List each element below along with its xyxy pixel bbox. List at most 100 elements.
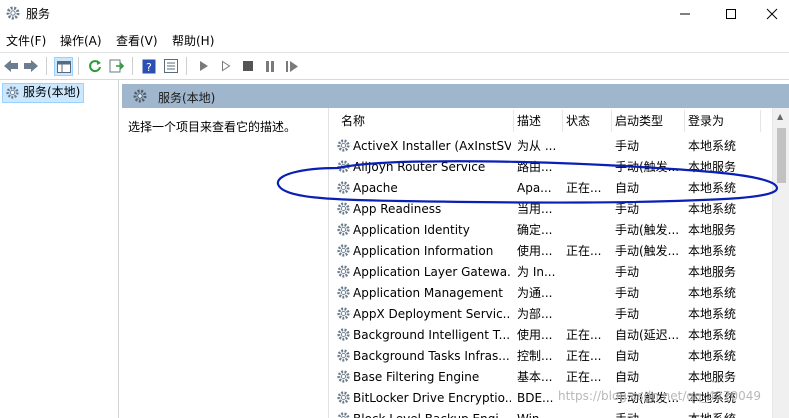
service-row[interactable]: ActiveX Installer (AxInstSV) 为从 ... 手动 本地系统 [328,136,772,157]
service-startup-type: 自动 [615,349,640,363]
service-logon-as: 本地系统 [688,307,737,321]
pause-icon [266,60,274,72]
show-console-tree-button[interactable] [54,57,73,76]
properties-button[interactable] [162,57,180,75]
service-gear-icon [337,139,350,152]
service-description: 为部... [517,307,553,321]
column-divider[interactable] [562,110,563,132]
service-name: Base Filtering Engine [353,370,480,384]
service-row[interactable]: Base Filtering Engine 基本... 正在... 自动 本地服务 [328,367,772,388]
service-startup-type: 自动 [615,370,640,384]
menu-file[interactable]: 文件(F) [6,32,46,49]
start-service-button[interactable] [195,57,213,75]
help-button[interactable]: ? [140,57,158,75]
column-header-name[interactable]: 名称 [341,110,365,132]
column-header-startup-type[interactable]: 启动类型 [615,110,663,132]
menu-bar: 文件(F) 操作(A) 查看(V) 帮助(H) [0,30,789,50]
column-divider[interactable] [611,110,612,132]
export-icon [109,59,125,73]
pause-service-button[interactable] [261,57,279,75]
stop-service-button[interactable] [239,57,257,75]
service-name: Apache [353,181,398,195]
export-list-button[interactable] [108,57,126,75]
service-row[interactable]: Background Intelligent T... 使用... 正在... 自动(… [328,325,772,346]
column-header-description[interactable]: 描述 [517,110,541,132]
service-gear-icon [337,349,350,362]
play-outline-icon [222,60,231,72]
refresh-button[interactable] [86,57,104,75]
menu-help[interactable]: 帮助(H) [172,32,214,49]
vertical-scrollbar[interactable]: ▲ [772,108,789,418]
console-tree: 服务(本地) [0,80,119,418]
services-gear-icon [6,86,19,99]
service-gear-icon [337,328,350,341]
service-gear-icon [337,391,350,404]
service-name: AppX Deployment Servic... [353,307,511,321]
column-divider[interactable] [684,110,685,132]
menu-action[interactable]: 操作(A) [60,32,102,49]
menu-view[interactable]: 查看(V) [116,32,158,49]
minimize-button[interactable] [662,0,708,28]
service-name: Application Information [353,244,494,258]
service-row[interactable]: Application Management 为通... 手动 本地系统 [328,283,772,304]
service-row[interactable]: AllJoyn Router Service 路由... 手动(触发... 本地服务 [328,157,772,178]
service-startup-type: 手动 [615,202,640,216]
service-name: Application Management [353,286,503,300]
service-status [566,262,606,283]
service-status: 正在... [566,370,602,384]
service-row[interactable]: Block Level Backup Engi... Win... 手动本地系统 [328,409,772,418]
service-gear-icon [337,370,350,383]
service-description: 使用... [517,244,553,258]
pane-header: 服务(本地) [122,84,789,108]
forward-arrow-icon [24,60,38,72]
restart-service-button[interactable] [283,57,301,75]
service-logon-as: 本地系统 [688,181,737,195]
tree-item-services-local[interactable]: 服务(本地) [2,83,85,103]
service-row[interactable]: Application Information 使用... 正在... 手动(触发..… [328,241,772,262]
service-startup-type: 手动 [615,139,640,153]
service-gear-icon [337,412,350,418]
column-divider[interactable] [760,110,761,132]
start-service-alt-button[interactable] [217,57,235,75]
console-tree-icon [56,60,71,73]
column-header-logon-as[interactable]: 登录为 [688,110,724,132]
service-name: Background Tasks Infras... [353,349,510,363]
service-row[interactable]: Background Tasks Infras... 控制... 正在... 自动 本地… [328,346,772,367]
service-description: 控制... [517,349,553,363]
service-description: 为从 ... [517,139,557,153]
service-description: Apa... [517,181,552,195]
maximize-button[interactable] [708,0,754,28]
title-bar: 服务 [0,0,789,28]
service-status [566,283,606,304]
service-startup-type: 手动 [615,307,640,321]
forward-button[interactable] [22,57,40,75]
column-header-status[interactable]: 状态 [566,110,590,132]
play-icon [200,61,208,71]
maximize-icon [726,9,736,19]
service-description: 基本... [517,370,553,384]
service-logon-as: 本地服务 [688,223,737,237]
service-description: 为 In... [517,265,556,279]
service-status [566,409,606,418]
service-description: 确定... [517,223,553,237]
column-divider[interactable] [513,110,514,132]
service-row[interactable]: Apache Apa... 正在... 自动 本地系统 [328,178,772,199]
service-row[interactable]: Application Layer Gatewa... 为 In... 手动 本地服务 [328,262,772,283]
back-button[interactable] [2,57,20,75]
toolbar: ? [0,52,789,80]
scroll-up-icon[interactable]: ▲ [777,112,783,121]
services-pane: 服务(本地) 选择一个项目来查看它的描述。 ⌃ 名称 描述 状态 启动类型 登录… [122,84,789,418]
service-startup-type: 手动 [615,265,640,279]
close-button[interactable] [754,0,789,28]
scrollbar-thumb[interactable] [777,128,786,183]
close-icon [766,8,777,20]
sort-ascending-icon: ⌃ [421,108,429,115]
help-icon: ? [142,59,156,74]
service-gear-icon [337,307,350,320]
service-startup-type: 手动(触发... [615,160,680,174]
refresh-icon [89,60,101,73]
service-row[interactable]: Application Identity 确定... 手动(触发... 本地服务 [328,220,772,241]
service-name: Application Layer Gatewa... [353,265,511,279]
service-row[interactable]: App Readiness 当用... 手动 本地系统 [328,199,772,220]
service-row[interactable]: AppX Deployment Servic... 为部... 手动 本地系统 [328,304,772,325]
